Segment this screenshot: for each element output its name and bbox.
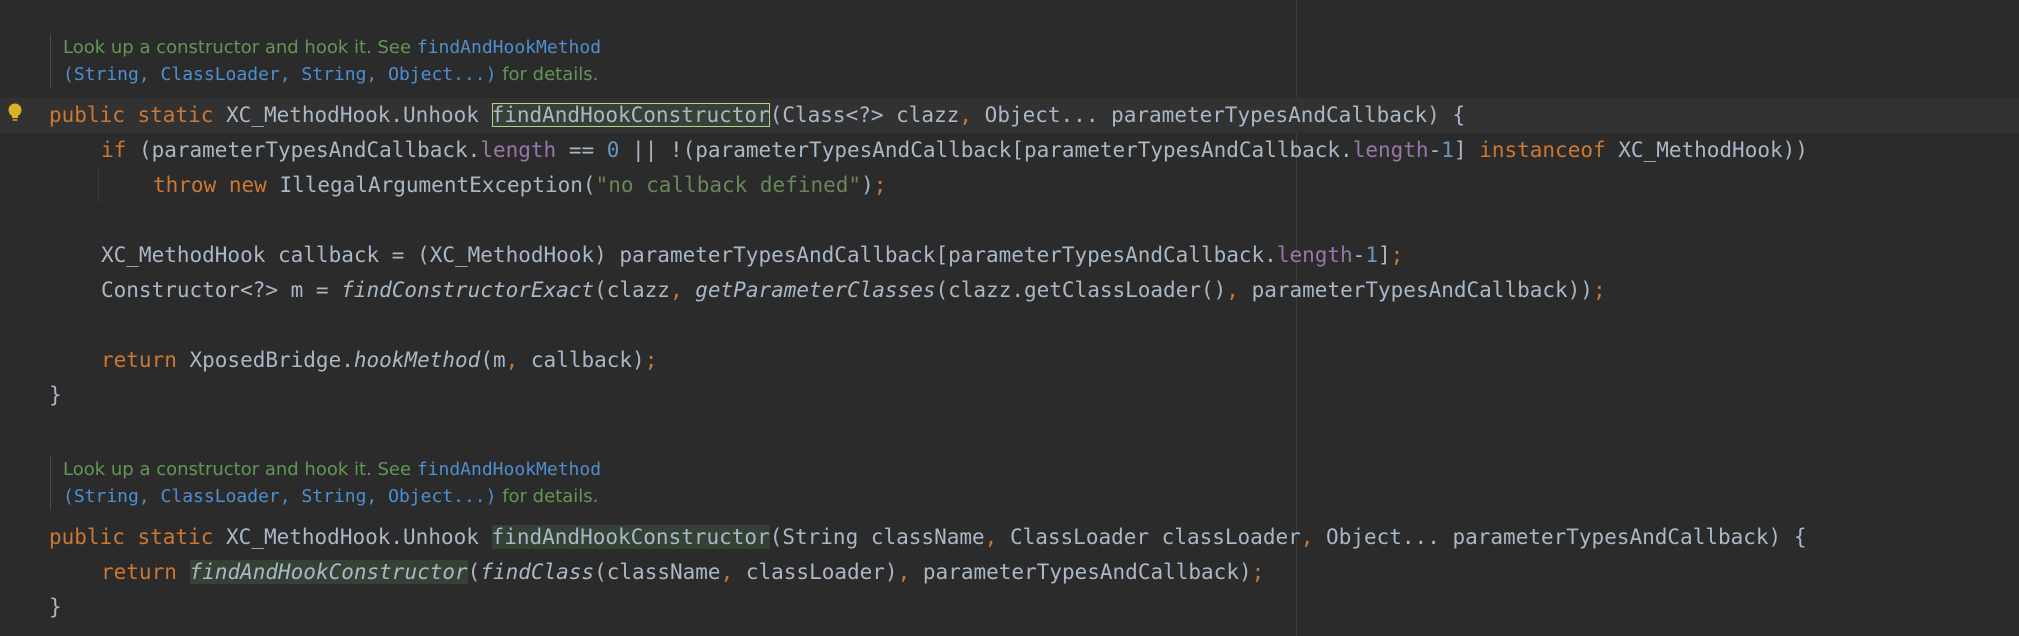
doc-link-params[interactable]: (String, ClassLoader, String, Object...) [63, 486, 496, 507]
field: length [480, 138, 557, 162]
method-name[interactable]: findAndHookConstructor [491, 103, 770, 127]
keyword: public [49, 103, 125, 127]
code-text: Constructor<?> m = [101, 278, 342, 302]
field: length [1352, 138, 1429, 162]
field: length [1276, 243, 1353, 267]
comma: , [720, 560, 734, 584]
keyword: public [49, 525, 125, 549]
keyword: return [101, 348, 177, 372]
keyword: if [101, 138, 127, 162]
params: (String className [769, 525, 985, 549]
code-text: - [1428, 138, 1442, 162]
semicolon: ; [1251, 560, 1265, 584]
number: 1 [1365, 243, 1378, 267]
keyword: static [137, 103, 214, 127]
code-text: XC_MethodHook)) [1605, 138, 1808, 162]
code-text: (parameterTypesAndCallback. [126, 138, 481, 162]
comma: , [669, 278, 683, 302]
code-text: ] [1377, 243, 1391, 267]
doc-link[interactable]: findAndHookMethod [417, 459, 601, 480]
method-call[interactable]: findAndHookConstructor [189, 560, 468, 584]
params: ClassLoader classLoader [997, 525, 1301, 549]
comma: , [1300, 525, 1314, 549]
params: (Class<?> clazz [769, 103, 960, 127]
code-text: (clazz [594, 278, 670, 302]
code-text: XC_MethodHook callback = (XC_MethodHook)… [101, 243, 1277, 267]
number: 0 [606, 138, 620, 162]
doc-text: Look up a constructor and hook it. See [63, 459, 417, 480]
code-line-7[interactable]: public static XC_MethodHook.Unhook findA… [49, 520, 1807, 555]
code-line-4[interactable]: XC_MethodHook callback = (XC_MethodHook)… [101, 238, 1403, 273]
doc-text: for details. [496, 64, 599, 85]
code-text: IllegalArgumentException( [266, 173, 596, 197]
params: Object... parameterTypesAndCallback) { [972, 103, 1466, 127]
indent-guide [98, 168, 99, 203]
keyword: new [228, 173, 267, 197]
return-type: XC_MethodHook.Unhook [226, 525, 479, 549]
comma: , [984, 525, 998, 549]
method-call: findConstructorExact [341, 278, 595, 302]
comma: , [959, 103, 973, 127]
keyword: return [101, 560, 177, 584]
method-call: getParameterClasses [695, 278, 936, 302]
semicolon: ; [1390, 243, 1404, 267]
code-text: (clazz.getClassLoader() [935, 278, 1227, 302]
code-text: parameterTypesAndCallback) [910, 560, 1252, 584]
closing-brace-1[interactable]: } [49, 378, 62, 413]
semicolon: ; [644, 348, 658, 372]
code-line-8[interactable]: return findAndHookConstructor(findClass(… [101, 555, 1264, 590]
code-text: ( [467, 560, 481, 584]
code-text: classLoader) [733, 560, 898, 584]
doc-text: for details. [496, 486, 599, 507]
code-line-6[interactable]: return XposedBridge.hookMethod(m, callba… [101, 343, 657, 378]
code-text: == [556, 138, 607, 162]
doc-link[interactable]: findAndHookMethod [417, 37, 601, 58]
code-text: ] [1453, 138, 1480, 162]
doc-text: Look up a constructor and hook it. See [63, 37, 417, 58]
doc-comment-1: Look up a constructor and hook it. See f… [50, 34, 763, 88]
return-type: XC_MethodHook.Unhook [226, 103, 479, 127]
method-name[interactable]: findAndHookConstructor [491, 525, 770, 549]
code-text: || !(parameterTypesAndCallback[parameter… [619, 138, 1353, 162]
code-text: parameterTypesAndCallback)) [1238, 278, 1593, 302]
keyword: instanceof [1479, 138, 1606, 162]
code-text: (className [594, 560, 721, 584]
code-text: ) [861, 173, 874, 197]
keyword: static [137, 525, 214, 549]
brace: } [49, 595, 62, 619]
code-text: XposedBridge. [176, 348, 354, 372]
string-literal: "no callback defined" [595, 173, 862, 197]
lightbulb-icon[interactable] [7, 103, 23, 125]
doc-link-params[interactable]: (String, ClassLoader, String, Object...) [63, 64, 496, 85]
comma: , [505, 348, 519, 372]
params: Object... parameterTypesAndCallback) { [1313, 525, 1807, 549]
comma: , [897, 560, 911, 584]
method-call: hookMethod [353, 348, 481, 372]
code-line-2[interactable]: if (parameterTypesAndCallback.length == … [101, 133, 1808, 168]
semicolon: ; [1592, 278, 1606, 302]
keyword: throw [153, 173, 217, 197]
semicolon: ; [873, 173, 887, 197]
number: 1 [1441, 138, 1454, 162]
code-line-5[interactable]: Constructor<?> m = findConstructorExact(… [101, 273, 1606, 308]
comma: , [1226, 278, 1239, 302]
code-editor[interactable]: Look up a constructor and hook it. See f… [0, 0, 2019, 636]
code-line-1[interactable]: public static XC_MethodHook.Unhook findA… [49, 98, 1465, 133]
code-text: - [1352, 243, 1366, 267]
doc-comment-2: Look up a constructor and hook it. See f… [50, 456, 763, 510]
code-text: callback) [518, 348, 645, 372]
code-line-3[interactable]: throw new IllegalArgumentException("no c… [153, 168, 886, 203]
brace: } [49, 383, 62, 407]
closing-brace-2[interactable]: } [49, 590, 62, 625]
method-call: findClass [480, 560, 595, 584]
code-text: (m [480, 348, 506, 372]
